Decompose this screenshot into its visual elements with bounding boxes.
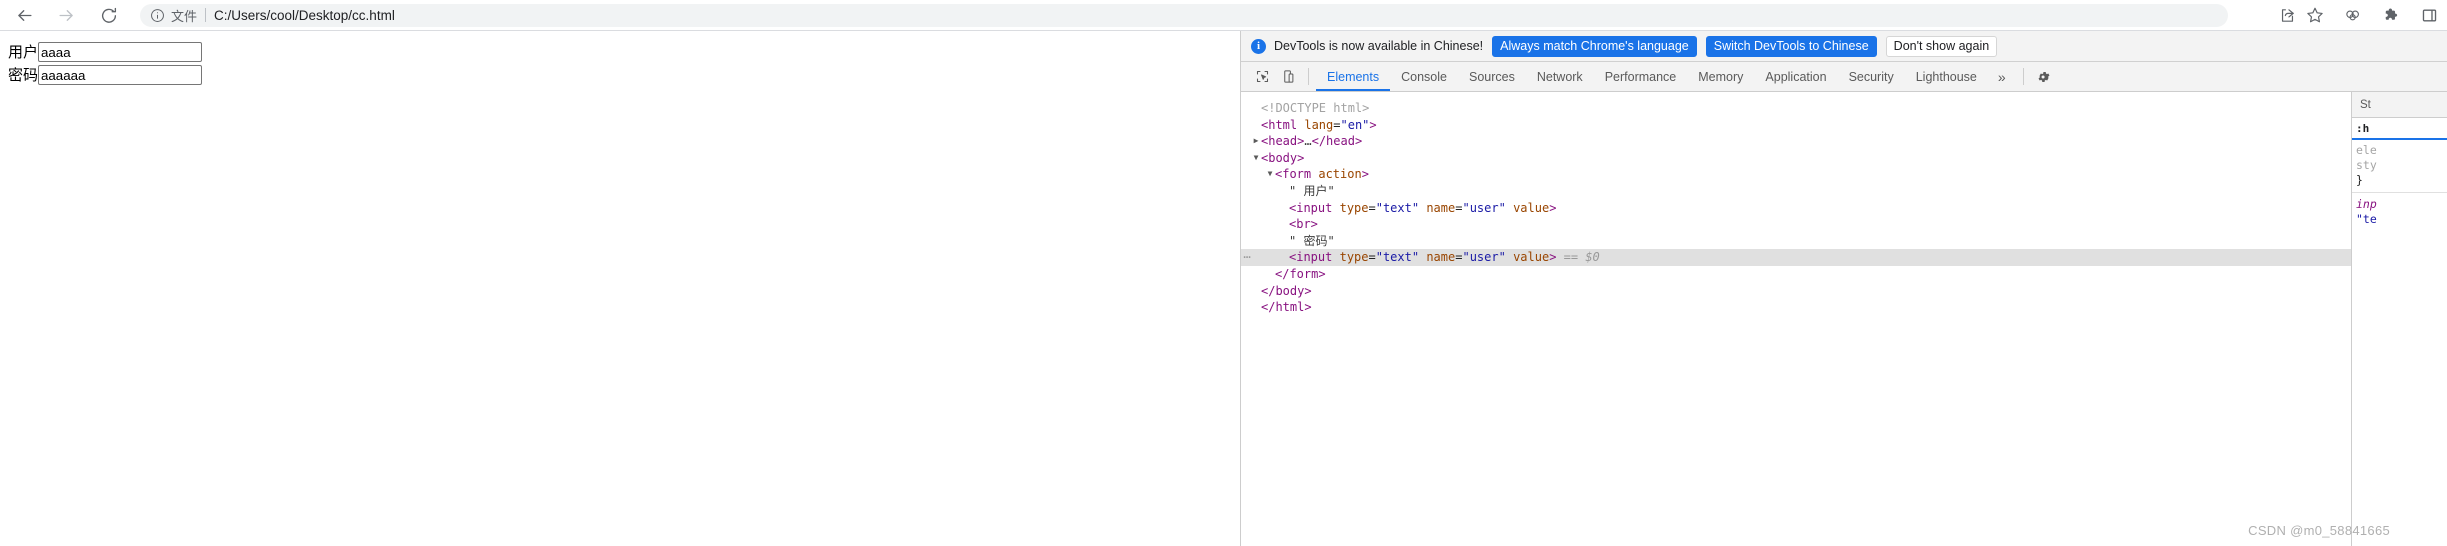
tab-console[interactable]: Console	[1390, 62, 1458, 91]
dom-tree-markup: </html>	[1261, 300, 1312, 315]
dom-tree-markup: " 用户"	[1289, 183, 1335, 198]
dom-tree-line[interactable]: </body>	[1241, 283, 2351, 300]
dom-tree-markup: <input type="text" name="user" value> ==…	[1289, 250, 1600, 265]
dom-tree-markup: <input type="text" name="user" value>	[1289, 200, 1557, 215]
ua-value: "te	[2356, 212, 2377, 226]
arrow-right-icon	[57, 6, 76, 25]
element-style-close-brace: }	[2356, 173, 2363, 187]
device-toolbar-icon[interactable]	[1275, 62, 1301, 91]
dom-tree-markup: <html lang="en">	[1261, 117, 1377, 132]
dom-tree-line[interactable]: ▶ <head>…</head>	[1241, 133, 2351, 150]
dom-tree-line[interactable]: ⋯ <input type="text" name="user" value> =…	[1241, 249, 2351, 266]
dom-tree-markup: <!DOCTYPE html>	[1261, 101, 1370, 115]
devtools-body: <!DOCTYPE html> <html lang="en"> ▶ <head>…<…	[1241, 92, 2447, 546]
dom-tree-markup: </form>	[1275, 266, 1326, 281]
user-label: 用户	[8, 43, 39, 61]
dom-tree-line[interactable]: ▼ <body>	[1241, 150, 2351, 167]
more-tabs-chevron-icon[interactable]: »	[1988, 62, 2016, 91]
omnibox-divider	[205, 8, 207, 22]
dom-tree-line[interactable]: " 用户"	[1241, 183, 2351, 200]
styles-panel: St :h ele sty } inp "te	[2351, 92, 2447, 546]
dom-tree-markup: " 密码"	[1289, 233, 1335, 248]
tabstrip-divider-right	[2022, 68, 2024, 85]
tab-security[interactable]: Security	[1838, 62, 1905, 91]
form-row-user: 用户	[0, 42, 1240, 62]
pseudo-state-hov[interactable]: :h	[2356, 122, 2369, 135]
profile-circles-icon[interactable]	[2339, 1, 2367, 29]
dom-tree-line[interactable]: <input type="text" name="user" value>	[1241, 200, 2351, 217]
url-scheme-label: 文件	[171, 9, 198, 25]
dom-tree-line[interactable]: ▼ <form action>	[1241, 166, 2351, 183]
dom-tree-line[interactable]: <html lang="en">	[1241, 117, 2351, 134]
gear-icon[interactable]	[2031, 62, 2057, 91]
element-style-selector: ele	[2356, 143, 2377, 157]
extensions-puzzle-icon[interactable]	[2377, 1, 2405, 29]
tab-memory[interactable]: Memory	[1687, 62, 1754, 91]
dom-tree-line[interactable]: " 密码"	[1241, 233, 2351, 250]
twisty-expanded-icon[interactable]: ▼	[1251, 150, 1261, 167]
reload-icon	[100, 6, 118, 24]
devtools-language-infobar: i DevTools is now available in Chinese! …	[1241, 31, 2447, 62]
address-bar[interactable]: 文件 C:/Users/cool/Desktop/cc.html	[140, 3, 2228, 27]
url-text: C:/Users/cool/Desktop/cc.html	[214, 7, 395, 23]
user-agent-stylesheet-rule[interactable]: inp "te	[2352, 193, 2447, 231]
dom-tree-line[interactable]: </html>	[1241, 299, 2351, 316]
reload-button[interactable]	[94, 0, 124, 30]
twisty-collapsed-icon[interactable]: ▶	[1251, 133, 1261, 150]
dom-tree-ellipsis-icon: ⋯	[1243, 250, 1251, 265]
info-circle-icon[interactable]	[150, 8, 165, 23]
dom-tree-markup: <br>	[1289, 217, 1318, 232]
tab-lighthouse[interactable]: Lighthouse	[1905, 62, 1988, 91]
devtools-panel: i DevTools is now available in Chinese! …	[1240, 31, 2447, 546]
dom-tree[interactable]: <!DOCTYPE html> <html lang="en"> ▶ <head>…<…	[1241, 92, 2351, 546]
share-icon[interactable]	[2273, 1, 2301, 29]
page-viewport: 用户 密码	[0, 31, 1240, 546]
tab-elements[interactable]: Elements	[1316, 62, 1391, 91]
tab-performance[interactable]: Performance	[1594, 62, 1688, 91]
element-style-rule[interactable]: ele sty }	[2352, 140, 2447, 193]
always-match-language-button[interactable]: Always match Chrome's language	[1492, 35, 1697, 57]
tab-application[interactable]: Application	[1754, 62, 1837, 91]
dom-tree-line[interactable]: <!DOCTYPE html>	[1241, 100, 2351, 117]
back-button[interactable]	[9, 0, 39, 30]
password-input[interactable]	[38, 65, 203, 85]
form-row-password: 密码	[0, 65, 1240, 85]
dom-tree-markup: </body>	[1261, 283, 1312, 298]
side-panel-icon[interactable]	[2415, 1, 2443, 29]
browser-toolbar: 文件 C:/Users/cool/Desktop/cc.html	[0, 0, 2447, 31]
ua-selector: inp	[2356, 197, 2377, 211]
dom-tree-markup: <body>	[1261, 150, 1305, 165]
infobar-message: DevTools is now available in Chinese!	[1274, 39, 1484, 53]
dom-tree-line[interactable]: <br>	[1241, 216, 2351, 233]
user-input[interactable]	[38, 42, 203, 62]
dont-show-again-button[interactable]: Don't show again	[1885, 35, 1998, 57]
switch-devtools-to-chinese-button[interactable]: Switch DevTools to Chinese	[1705, 35, 1877, 57]
styles-state-bar: :h	[2352, 118, 2447, 140]
browser-toolbar-actions	[2273, 1, 2447, 29]
bookmark-star-icon[interactable]	[2301, 1, 2329, 29]
devtools-tabstrip: Elements Console Sources Network Perform…	[1241, 62, 2447, 92]
info-icon: i	[1251, 38, 1266, 54]
dom-tree-markup: <head>…</head>	[1261, 134, 1363, 149]
tab-sources[interactable]: Sources	[1458, 62, 1526, 91]
inspect-element-icon[interactable]	[1249, 62, 1275, 91]
styles-panel-header[interactable]: St	[2352, 92, 2447, 118]
login-form: 用户 密码	[0, 42, 1240, 85]
password-label: 密码	[8, 66, 39, 84]
tab-network[interactable]: Network	[1526, 62, 1594, 91]
dom-tree-line[interactable]: </form>	[1241, 266, 2351, 283]
arrow-left-icon	[15, 6, 34, 25]
dom-tree-markup: <form action>	[1275, 167, 1369, 182]
forward-button[interactable]	[51, 0, 81, 30]
element-style-prop: sty	[2356, 158, 2377, 172]
csdn-watermark: CSDN @m0_58841665	[2248, 523, 2390, 538]
tabstrip-divider	[1308, 68, 1309, 85]
twisty-expanded-icon[interactable]: ▼	[1265, 166, 1275, 183]
